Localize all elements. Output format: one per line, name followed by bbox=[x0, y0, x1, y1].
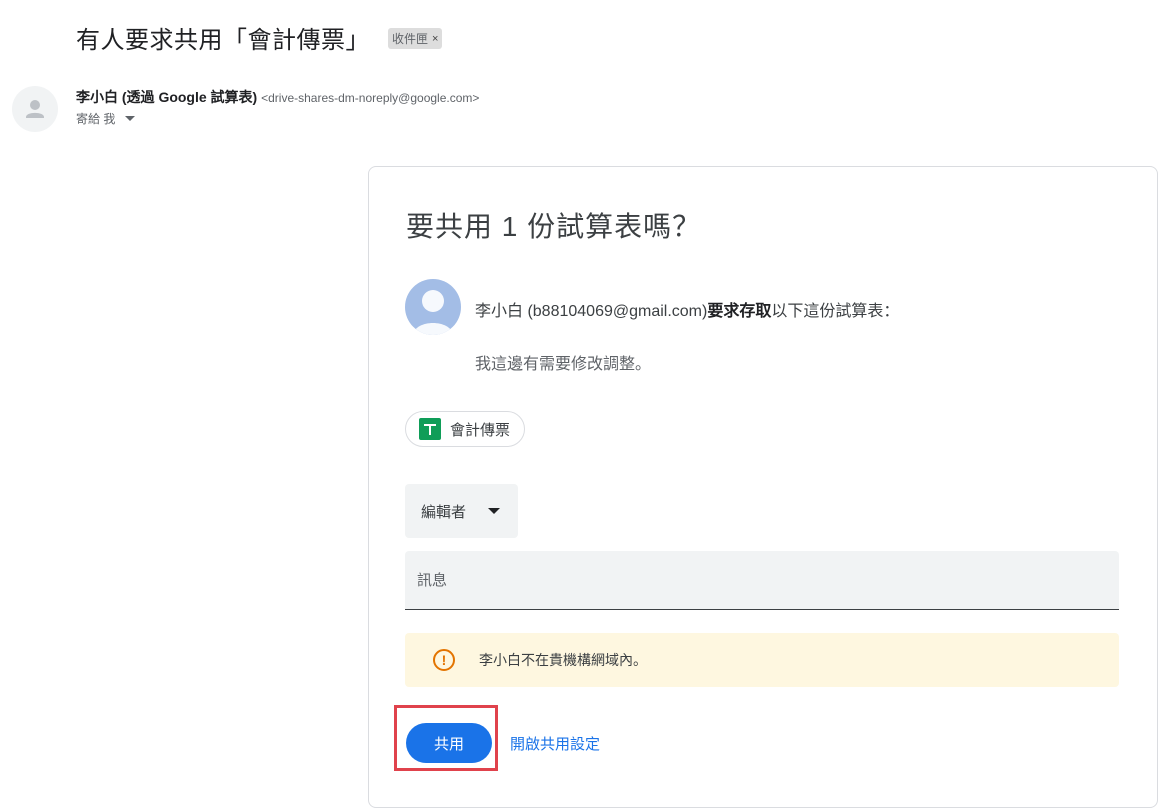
sheets-icon bbox=[419, 418, 441, 440]
request-text: 李小白 (b88104069@gmail.com)要求存取以下這份試算表： bbox=[475, 297, 899, 321]
card-title: 要共用 1 份試算表嗎？ bbox=[406, 211, 702, 242]
message-input[interactable] bbox=[405, 551, 1119, 609]
sender-avatar[interactable] bbox=[12, 86, 58, 132]
inbox-label-chip[interactable]: 收件匣 × bbox=[388, 28, 443, 49]
domain-warning: ! 李小白不在貴機構網域內。 bbox=[405, 633, 1119, 687]
requester-avatar bbox=[405, 279, 461, 335]
dropdown-arrow-icon bbox=[488, 508, 501, 514]
sender-line: 李小白 (透過 Google 試算表) <drive-shares-dm-nor… bbox=[76, 87, 479, 107]
inbox-label: 收件匣 bbox=[392, 32, 429, 46]
sender-name[interactable]: 李小白 (透過 Google 試算表) bbox=[76, 89, 257, 105]
role-value: 編輯者 bbox=[421, 503, 467, 521]
request-action: 要求存取 bbox=[707, 303, 772, 320]
person-avatar-icon bbox=[26, 100, 44, 118]
request-suffix: 以下這份試算表： bbox=[771, 303, 900, 320]
file-name: 會計傳票 bbox=[450, 421, 511, 439]
remove-label-icon[interactable]: × bbox=[432, 33, 438, 45]
share-request-card: 要共用 1 份試算表嗎？ 李小白 (b88104069@gmail.com)要求… bbox=[368, 166, 1158, 808]
warning-icon: ! bbox=[433, 649, 455, 671]
open-share-settings-link[interactable]: 開啟共用設定 bbox=[510, 733, 600, 754]
email-subject: 有人要求共用「會計傳票」 bbox=[76, 27, 370, 54]
request-message: 我這邊有需要修改調整。 bbox=[475, 356, 652, 373]
person-avatar-icon bbox=[413, 290, 453, 335]
caret-down-icon bbox=[125, 116, 136, 121]
share-button[interactable]: 共用 bbox=[406, 723, 492, 763]
recipient-details-toggle[interactable]: 寄給 我 bbox=[76, 110, 136, 127]
file-chip[interactable]: 會計傳票 bbox=[405, 411, 526, 447]
recipient-label: 寄給 我 bbox=[76, 112, 116, 126]
subject-row: 有人要求共用「會計傳票」 收件匣 × bbox=[76, 20, 443, 55]
warning-text: 李小白不在貴機構網域內。 bbox=[479, 652, 647, 668]
role-select[interactable]: 編輯者 bbox=[405, 484, 518, 538]
message-field[interactable] bbox=[405, 551, 1119, 610]
sender-email: <drive-shares-dm-noreply@google.com> bbox=[261, 91, 480, 105]
requester-identity: 李小白 (b88104069@gmail.com) bbox=[475, 303, 708, 320]
